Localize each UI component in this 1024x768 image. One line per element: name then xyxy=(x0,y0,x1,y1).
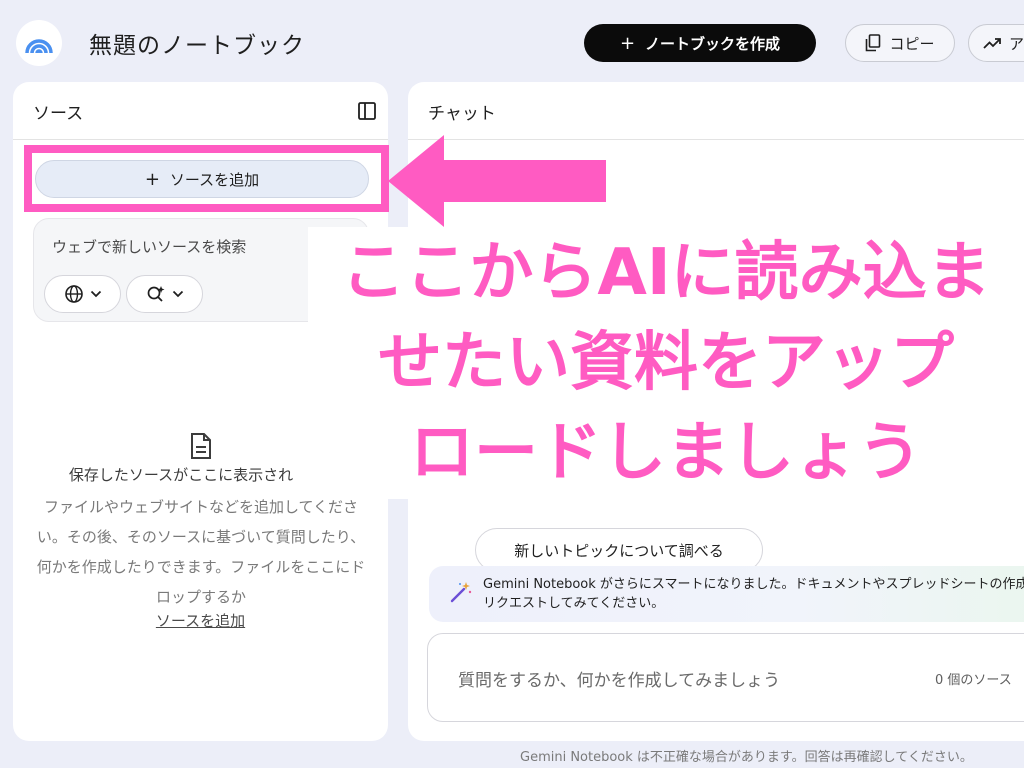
trending-up-icon xyxy=(983,38,1001,49)
research-mode-dropdown[interactable] xyxy=(126,275,203,313)
accuracy-disclaimer: Gemini Notebook は不正確な場合があります。回答は再確認してくださ… xyxy=(520,750,973,765)
analyze-label: ア xyxy=(1009,34,1024,53)
empty-state-description: ファイルやウェブサイトなどを追加してください。その後、そのソースに基づいて質問し… xyxy=(36,498,366,606)
annotation-line-1: ここからAIに読み込ま xyxy=(341,236,991,310)
annotation-line-3: ロードしましょう xyxy=(410,416,922,490)
source-count: 0 個のソース xyxy=(935,673,1012,688)
collapse-panel-icon[interactable] xyxy=(357,101,377,121)
copy-label: コピー xyxy=(889,34,935,53)
document-icon xyxy=(191,433,211,459)
annotation-line-2: せたい資料をアップ xyxy=(378,326,954,400)
chevron-down-icon xyxy=(172,290,183,298)
create-notebook-label: ノートブックを作成 xyxy=(645,34,781,53)
add-source-link[interactable]: ソースを追加 xyxy=(13,610,388,631)
analyze-button[interactable]: ア xyxy=(968,24,1024,62)
copy-icon xyxy=(866,34,881,52)
annotation-highlight-box xyxy=(24,145,389,212)
feature-promo-banner: Gemini Notebook がさらにスマートになりました。ドキュメントやスプ… xyxy=(429,566,1024,622)
feature-promo-text: Gemini Notebook がさらにスマートになりました。ドキュメントやスプ… xyxy=(483,577,1024,611)
chat-panel-title: チャット xyxy=(428,104,496,124)
logo-icon xyxy=(25,39,53,54)
globe-icon xyxy=(64,285,83,303)
app-logo[interactable] xyxy=(16,20,62,66)
magic-wand-icon xyxy=(450,582,472,603)
web-search-input[interactable]: ウェブで新しいソースを検索 xyxy=(52,236,246,257)
web-source-type-dropdown[interactable] xyxy=(44,275,121,313)
create-notebook-button[interactable]: + ノートブックを作成 xyxy=(584,24,816,62)
empty-state-title: 保存したソースがここに表示され xyxy=(68,466,294,484)
chat-panel-header: チャット xyxy=(408,82,1024,140)
chat-input-placeholder: 質問をするか、何かを作成してみましょう xyxy=(458,671,781,691)
copy-button[interactable]: コピー xyxy=(845,24,955,62)
chevron-down-icon xyxy=(90,290,101,298)
sources-panel-header: ソース xyxy=(13,82,388,140)
chat-input[interactable]: 質問をするか、何かを作成してみましょう 0 個のソース xyxy=(427,633,1024,722)
plus-icon: + xyxy=(619,32,636,54)
search-spark-icon xyxy=(147,286,164,302)
notebook-title[interactable]: 無題のノートブック xyxy=(89,26,305,60)
annotation-callout: ここからAIに読み込ま せたい資料をアップ ロードしましょう xyxy=(310,228,1022,498)
sources-panel-title: ソース xyxy=(33,104,84,124)
annotation-arrow-icon xyxy=(388,135,606,227)
